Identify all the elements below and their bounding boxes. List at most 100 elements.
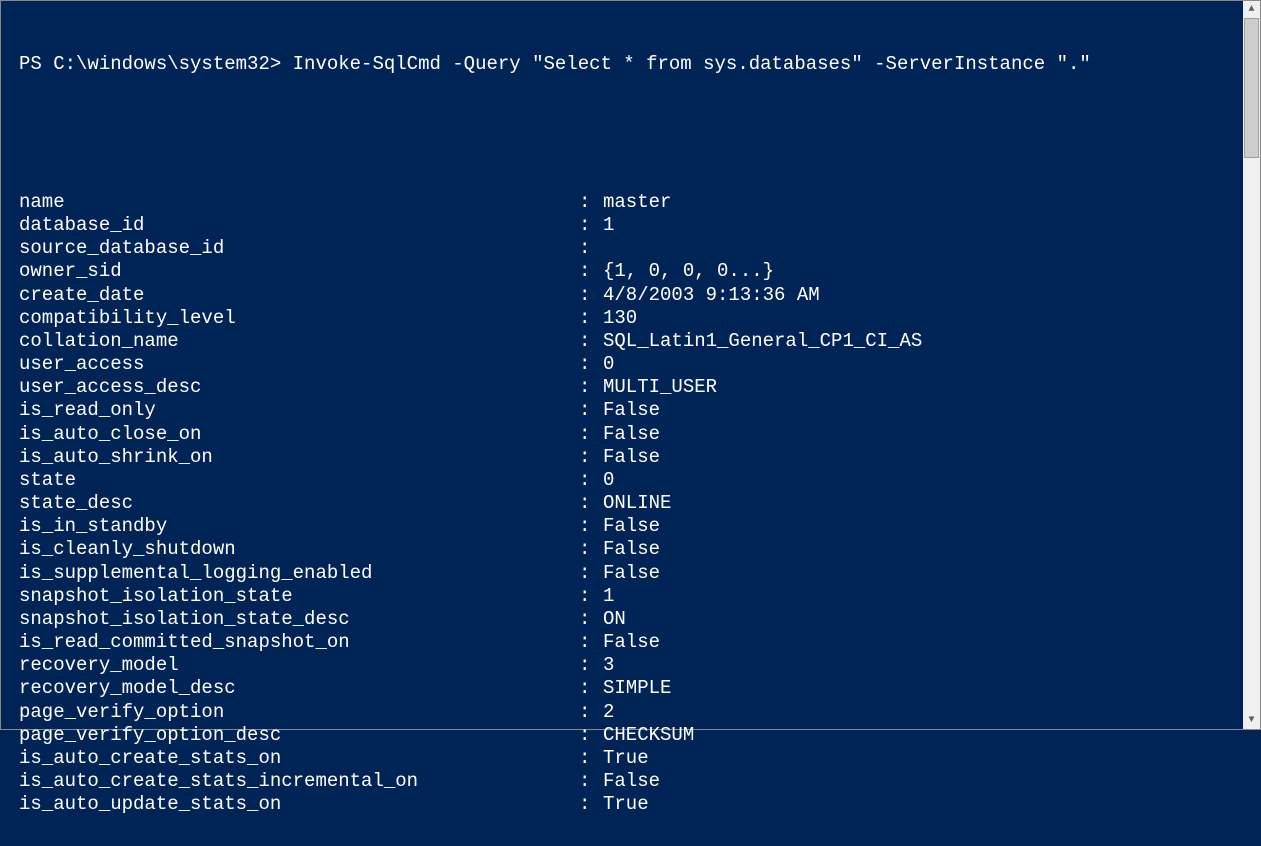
separator: : [579,260,603,283]
output-row: is_cleanly_shutdown: False [19,538,1250,561]
separator: : [579,307,603,330]
property-value: 0 [603,353,1250,376]
output-row: page_verify_option: 2 [19,701,1250,724]
property-key: is_auto_shrink_on [19,446,579,469]
separator: : [579,191,603,214]
property-value: False [603,562,1250,585]
output-row: state: 0 [19,469,1250,492]
output-list: name: masterdatabase_id: 1source_databas… [19,191,1250,817]
separator: : [579,770,603,793]
output-row: collation_name: SQL_Latin1_General_CP1_C… [19,330,1250,353]
separator: : [579,631,603,654]
property-value: False [603,538,1250,561]
property-value: 1 [603,214,1250,237]
separator: : [579,585,603,608]
property-value: {1, 0, 0, 0...} [603,260,1250,283]
separator: : [579,376,603,399]
property-key: user_access [19,353,579,376]
separator: : [579,284,603,307]
separator: : [579,724,603,747]
property-key: is_read_committed_snapshot_on [19,631,579,654]
property-key: user_access_desc [19,376,579,399]
property-value: ONLINE [603,492,1250,515]
property-value: 130 [603,307,1250,330]
output-row: compatibility_level: 130 [19,307,1250,330]
output-row: create_date: 4/8/2003 9:13:36 AM [19,284,1250,307]
separator: : [579,214,603,237]
property-value [603,237,1250,260]
property-key: is_auto_create_stats_on [19,747,579,770]
property-value: 0 [603,469,1250,492]
property-key: recovery_model_desc [19,677,579,700]
output-row: source_database_id: [19,237,1250,260]
output-row: is_auto_close_on: False [19,423,1250,446]
property-key: is_auto_create_stats_incremental_on [19,770,579,793]
output-row: recovery_model: 3 [19,654,1250,677]
output-row: is_auto_create_stats_incremental_on: Fal… [19,770,1250,793]
property-key: is_in_standby [19,515,579,538]
property-key: collation_name [19,330,579,353]
property-key: database_id [19,214,579,237]
property-key: recovery_model [19,654,579,677]
property-key: owner_sid [19,260,579,283]
output-row: recovery_model_desc: SIMPLE [19,677,1250,700]
separator: : [579,701,603,724]
output-row: is_auto_create_stats_on: True [19,747,1250,770]
separator: : [579,399,603,422]
output-row: user_access_desc: MULTI_USER [19,376,1250,399]
property-value: False [603,399,1250,422]
separator: : [579,793,603,816]
property-value: False [603,446,1250,469]
property-key: compatibility_level [19,307,579,330]
output-row: state_desc: ONLINE [19,492,1250,515]
property-value: SQL_Latin1_General_CP1_CI_AS [603,330,1250,353]
output-row: is_auto_update_stats_on: True [19,793,1250,816]
separator: : [579,469,603,492]
property-key: is_read_only [19,399,579,422]
property-value: master [603,191,1250,214]
scroll-down-arrow-icon[interactable]: ▼ [1243,712,1260,729]
property-key: is_auto_close_on [19,423,579,446]
output-row: page_verify_option_desc: CHECKSUM [19,724,1250,747]
property-value: False [603,631,1250,654]
terminal-pane[interactable]: PS C:\windows\system32> Invoke-SqlCmd -Q… [1,1,1260,846]
output-row: owner_sid: {1, 0, 0, 0...} [19,260,1250,283]
output-row: is_read_only: False [19,399,1250,422]
property-key: create_date [19,284,579,307]
scroll-up-arrow-icon[interactable]: ▲ [1243,1,1260,18]
property-key: name [19,191,579,214]
separator: : [579,237,603,260]
property-key: state [19,469,579,492]
property-value: 3 [603,654,1250,677]
separator: : [579,538,603,561]
output-row: snapshot_isolation_state: 1 [19,585,1250,608]
property-value: False [603,770,1250,793]
separator: : [579,608,603,631]
separator: : [579,654,603,677]
output-row: is_in_standby: False [19,515,1250,538]
output-row: user_access: 0 [19,353,1250,376]
property-value: False [603,423,1250,446]
prompt-line: PS C:\windows\system32> Invoke-SqlCmd -Q… [19,53,1250,76]
property-value: False [603,515,1250,538]
property-value: 2 [603,701,1250,724]
property-value: SIMPLE [603,677,1250,700]
output-row: snapshot_isolation_state_desc: ON [19,608,1250,631]
output-row: is_supplemental_logging_enabled: False [19,562,1250,585]
property-key: source_database_id [19,237,579,260]
property-key: is_supplemental_logging_enabled [19,562,579,585]
output-row: is_read_committed_snapshot_on: False [19,631,1250,654]
separator: : [579,677,603,700]
property-value: CHECKSUM [603,724,1250,747]
separator: : [579,747,603,770]
separator: : [579,562,603,585]
separator: : [579,330,603,353]
output-row: name: master [19,191,1250,214]
vertical-scrollbar[interactable]: ▲ ▼ [1243,1,1260,729]
property-value: ON [603,608,1250,631]
output-row: is_auto_shrink_on: False [19,446,1250,469]
scrollbar-thumb[interactable] [1244,18,1259,158]
property-key: snapshot_isolation_state_desc [19,608,579,631]
separator: : [579,353,603,376]
property-value: True [603,793,1250,816]
